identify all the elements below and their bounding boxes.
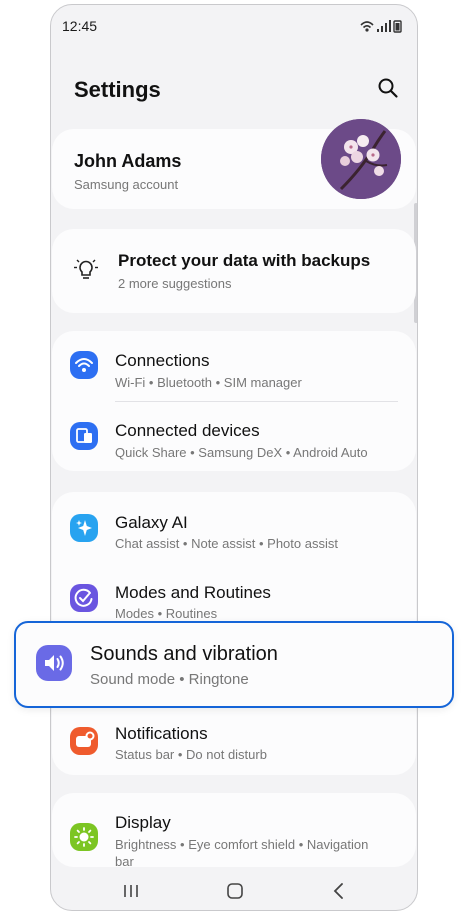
settings-item-connected-devices[interactable]: Connected devices Quick Share • Samsung … [52,401,416,471]
galaxy-ai-label: Galaxy AI [115,513,188,532]
modes-routines-subtitle: Modes • Routines [115,606,218,621]
sparkle-icon [70,514,98,542]
status-bar: 12:45 [51,5,417,41]
lightbulb-icon [74,259,98,279]
settings-item-sounds-vibration[interactable]: Sounds and vibration Sound mode • Ringto… [14,621,454,708]
wifi-icon [70,351,98,379]
display-label: Display [115,813,171,832]
connections-subtitle: Wi-Fi • Bluetooth • SIM manager [115,375,302,390]
search-icon[interactable] [377,77,399,99]
galaxy-ai-subtitle: Chat assist • Note assist • Photo assist [115,536,338,551]
notifications-subtitle: Status bar • Do not disturb [115,747,267,762]
recents-icon[interactable] [121,881,141,901]
suggestion-title: Protect your data with backups [118,251,371,270]
status-icons [360,20,402,33]
settings-item-connections[interactable]: Connections Wi-Fi • Bluetooth • SIM mana… [52,331,416,401]
devices-icon [70,422,98,450]
page-title: Settings [74,77,161,102]
sun-icon [70,823,98,851]
connected-devices-label: Connected devices [115,421,260,440]
display-subtitle: Brightness • Eye comfort shield • Naviga… [115,837,369,852]
settings-item-notifications[interactable]: Notifications Status bar • Do not distur… [52,705,416,775]
suggestion-card[interactable]: Protect your data with backups 2 more su… [52,229,416,313]
sounds-vibration-label: Sounds and vibration [90,643,278,665]
phone-frame: 12:45 Settings John Adams Samsung accoun… [50,4,418,911]
connected-devices-subtitle: Quick Share • Samsung DeX • Android Auto [115,445,368,460]
navigation-bar [51,867,417,910]
avatar[interactable] [321,119,401,199]
connections-label: Connections [115,351,210,370]
account-subtitle: Samsung account [74,177,179,192]
check-circle-icon [70,584,98,612]
avatar-image [321,119,401,199]
display-group: Display Brightness • Eye comfort shield … [52,793,416,869]
home-icon[interactable] [225,881,245,901]
settings-item-display[interactable]: Display Brightness • Eye comfort shield … [52,793,416,869]
back-icon[interactable] [329,881,349,901]
notification-icon [70,727,98,755]
account-name: John Adams [74,151,182,171]
speaker-icon [36,645,72,681]
connections-group: Connections Wi-Fi • Bluetooth • SIM mana… [52,331,416,471]
modes-routines-label: Modes and Routines [115,583,271,602]
sounds-vibration-subtitle: Sound mode • Ringtone [90,671,249,688]
suggestion-subtitle: 2 more suggestions [118,276,232,291]
settings-item-galaxy-ai[interactable]: Galaxy AI Chat assist • Note assist • Ph… [52,492,416,562]
notifications-label: Notifications [115,724,208,743]
status-time: 12:45 [62,18,98,34]
